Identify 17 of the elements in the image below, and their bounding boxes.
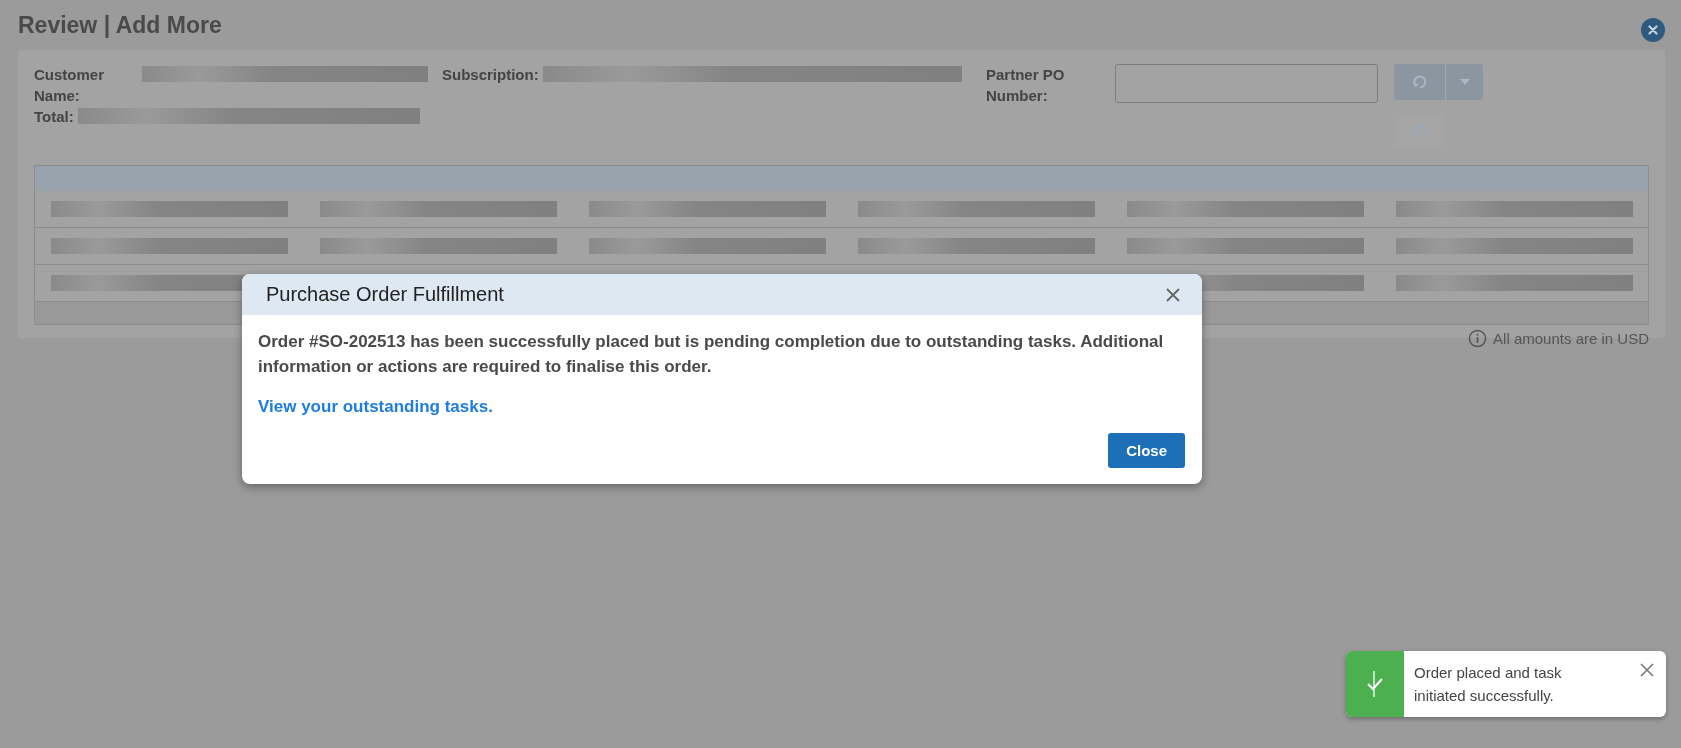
close-icon[interactable] — [1640, 663, 1654, 677]
close-button[interactable]: Close — [1108, 433, 1185, 468]
close-icon[interactable] — [1641, 18, 1665, 42]
dialog-title: Purchase Order Fulfillment — [266, 283, 504, 306]
toast-message: Order placed and task initiated successfully. — [1413, 663, 1563, 706]
info-icon — [1468, 329, 1488, 348]
close-icon[interactable] — [1166, 287, 1180, 302]
page-title: Review | Add More — [18, 11, 222, 39]
currency-note: All amounts are in USD — [1493, 330, 1649, 347]
field-label: Partner PO Number: — [986, 65, 1066, 106]
field-label: Customer Name: — [34, 65, 105, 106]
tasks-link[interactable]: View your outstanding tasks. — [258, 397, 493, 417]
field-label: Total: — [34, 107, 74, 127]
input-field[interactable] — [1115, 64, 1378, 103]
field-label: Subscription: — [442, 65, 539, 85]
dialog-message: Order #SO-202513 has been successfully placed but is pending completion due to outstanding tasks. Additional information or actions are required to finalise this order. — [258, 331, 1165, 378]
check-icon — [1366, 669, 1384, 699]
